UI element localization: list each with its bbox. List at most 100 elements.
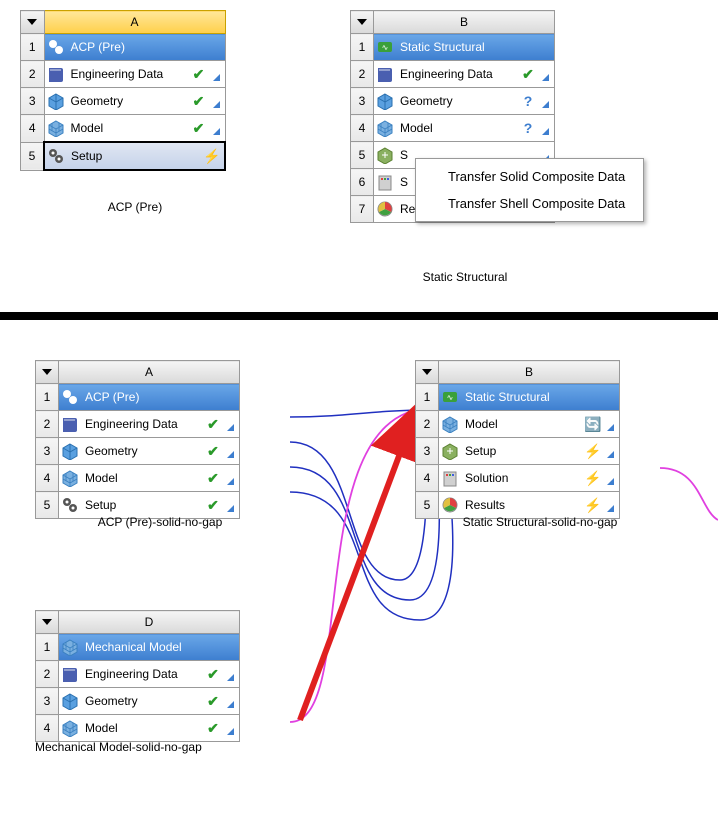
share-corner-icon[interactable] — [227, 451, 235, 459]
cell-label: Geometry — [85, 694, 199, 708]
check-icon: ✔ — [205, 666, 221, 682]
cell-row[interactable]: 4Model? — [351, 115, 555, 142]
cell-row[interactable]: 2Model🔄 — [416, 411, 620, 438]
cell-label: Model — [85, 721, 199, 735]
cell-label: Solution — [465, 471, 579, 485]
column-letter: B — [439, 361, 620, 384]
system-D-bottom[interactable]: D 1Mechanical Model2Engineering Data✔3Ge… — [35, 610, 240, 742]
row-number: 6 — [351, 169, 374, 196]
gears-icon — [47, 147, 65, 165]
cell-label: Results — [465, 498, 579, 512]
row-number: 3 — [416, 438, 439, 465]
setup-icon — [441, 442, 459, 460]
system-caption: Mechanical Model-solid-no-gap — [35, 740, 285, 754]
system-caption: Static Structural-solid-no-gap — [415, 515, 665, 529]
cell-row[interactable]: 1Static Structural — [416, 384, 620, 411]
chevron-down-icon — [357, 19, 367, 25]
chevron-down-icon — [27, 19, 37, 25]
row-number: 1 — [351, 34, 374, 61]
column-letter: D — [59, 611, 240, 634]
check-icon: ✔ — [205, 470, 221, 486]
system-menu-dropdown[interactable] — [351, 11, 374, 34]
green-block-icon — [441, 388, 459, 406]
cell-row[interactable]: 3Geometry✔ — [21, 88, 226, 115]
cell-row[interactable]: 5Setup⚡ — [21, 142, 226, 170]
cell-label: Setup — [465, 444, 579, 458]
cell-row[interactable]: 2Engineering Data✔ — [36, 411, 240, 438]
row-number: 5 — [351, 142, 374, 169]
cell-label: Setup — [85, 498, 199, 512]
book-icon — [61, 665, 79, 683]
model-white-icon — [61, 638, 79, 656]
cell-label: Model — [85, 471, 199, 485]
share-corner-icon[interactable] — [227, 424, 235, 432]
cell-row[interactable]: 3Geometry✔ — [36, 438, 240, 465]
cell-label: Model — [400, 121, 514, 135]
row-number: 3 — [21, 88, 45, 115]
cell-label: Setup — [71, 149, 198, 163]
cell-row[interactable]: 4Model✔ — [36, 715, 240, 742]
gears-icon — [61, 496, 79, 514]
system-menu-dropdown[interactable] — [36, 611, 59, 634]
geom-icon — [61, 692, 79, 710]
row-number: 1 — [36, 634, 59, 661]
cell-label: Geometry — [71, 94, 185, 108]
cell-row[interactable]: 2Engineering Data✔ — [21, 61, 226, 88]
share-corner-icon[interactable] — [607, 478, 615, 486]
row-number: 7 — [351, 196, 374, 223]
context-menu[interactable]: Transfer Solid Composite Data Transfer S… — [415, 158, 644, 222]
cell-row[interactable]: 2Engineering Data✔ — [36, 661, 240, 688]
model-icon — [441, 415, 459, 433]
system-menu-dropdown[interactable] — [36, 361, 59, 384]
share-corner-icon[interactable] — [542, 101, 550, 109]
cell-row[interactable]: 1Mechanical Model — [36, 634, 240, 661]
menu-item-transfer-shell[interactable]: Transfer Shell Composite Data — [416, 190, 643, 217]
share-corner-icon[interactable] — [542, 74, 550, 82]
cell-row[interactable]: 3Geometry? — [351, 88, 555, 115]
cell-label: Model — [71, 121, 185, 135]
chevron-down-icon — [42, 619, 52, 625]
cell-label: Engineering Data — [400, 67, 514, 81]
menu-item-transfer-solid[interactable]: Transfer Solid Composite Data — [416, 163, 643, 190]
row-number: 4 — [21, 115, 45, 143]
cell-row[interactable]: 4 Solution ⚡ — [416, 465, 620, 492]
share-corner-icon[interactable] — [213, 101, 221, 109]
cell-row[interactable]: 3Setup⚡ — [416, 438, 620, 465]
model-icon — [47, 119, 65, 137]
share-corner-icon[interactable] — [542, 128, 550, 136]
cell-row[interactable]: 1Static Structural — [351, 34, 555, 61]
check-icon: ✔ — [191, 120, 207, 136]
system-caption: ACP (Pre)-solid-no-gap — [35, 515, 285, 529]
share-corner-icon[interactable] — [227, 701, 235, 709]
cell-row[interactable]: 2Engineering Data✔ — [351, 61, 555, 88]
system-menu-dropdown[interactable] — [416, 361, 439, 384]
check-icon: ✔ — [205, 693, 221, 709]
row-number: 4 — [36, 465, 59, 492]
share-corner-icon[interactable] — [227, 478, 235, 486]
cell-label: Model — [465, 417, 579, 431]
share-corner-icon[interactable] — [227, 674, 235, 682]
green-block-icon — [376, 38, 394, 56]
share-corner-icon[interactable] — [213, 128, 221, 136]
system-menu-dropdown[interactable] — [21, 11, 45, 34]
cell-label: Engineering Data — [71, 67, 185, 81]
cell-row[interactable]: 1ACP (Pre) — [21, 34, 226, 61]
cell-row[interactable]: 1ACP (Pre) — [36, 384, 240, 411]
system-A-top[interactable]: A 1ACP (Pre)2Engineering Data✔3Geometry✔… — [20, 10, 226, 171]
share-corner-icon[interactable] — [607, 451, 615, 459]
lightning-icon: ⚡ — [585, 470, 601, 486]
row-number: 4 — [416, 465, 439, 492]
cell-row[interactable]: 4 Model ✔ — [36, 465, 240, 492]
share-corner-icon[interactable] — [607, 505, 615, 513]
system-A-bottom[interactable]: A 1ACP (Pre)2Engineering Data✔3Geometry✔… — [35, 360, 240, 519]
chevron-down-icon — [42, 369, 52, 375]
cell-row[interactable]: 3Geometry✔ — [36, 688, 240, 715]
cell-label: ACP (Pre) — [71, 40, 221, 54]
share-corner-icon[interactable] — [607, 424, 615, 432]
gears-white-icon — [61, 388, 79, 406]
share-corner-icon[interactable] — [227, 505, 235, 513]
cell-row[interactable]: 4 Model ✔ — [21, 115, 226, 143]
system-B-bottom[interactable]: B 1Static Structural2Model🔄3 Setup ⚡ 4 Solut… — [415, 360, 620, 519]
share-corner-icon[interactable] — [213, 74, 221, 82]
share-corner-icon[interactable] — [227, 728, 235, 736]
